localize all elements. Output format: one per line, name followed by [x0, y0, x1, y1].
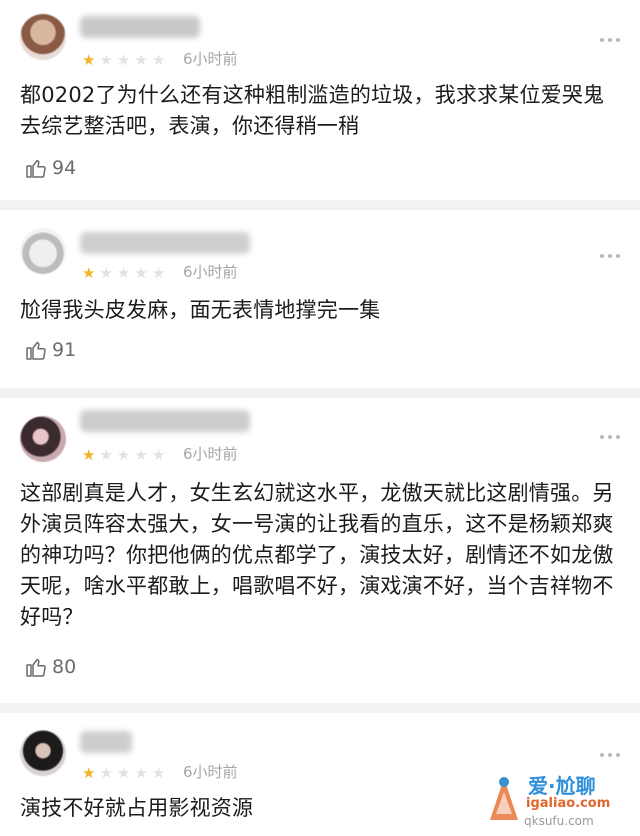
star-empty-icon: ★ [116, 50, 131, 69]
star-empty-icon: ★ [134, 445, 148, 464]
more-options-icon[interactable] [600, 250, 620, 262]
star-filled-icon: ★ [82, 763, 96, 782]
divider [0, 200, 640, 210]
star-empty-icon: ★ [116, 263, 131, 282]
avatar[interactable] [20, 730, 66, 776]
username-blurred[interactable] [80, 232, 250, 254]
star-empty-icon: ★ [99, 263, 113, 282]
avatar[interactable] [20, 416, 66, 462]
like-count: 80 [52, 656, 77, 678]
star-empty-icon: ★ [99, 445, 113, 464]
comment-card: ★ ★ ★ ★ ★ 6小时前 这部剧真是人才，女生玄幻就这水平，龙傲天就比这剧情… [0, 398, 640, 703]
star-empty-icon: ★ [134, 763, 148, 782]
star-empty-icon: ★ [134, 263, 148, 282]
thumbs-up-icon [26, 159, 46, 178]
rating-stars: ★ ★ ★ ★ ★ [82, 50, 165, 70]
comment-time: 6小时前 [183, 763, 238, 781]
star-empty-icon: ★ [151, 445, 166, 464]
divider [0, 388, 640, 398]
avatar[interactable] [20, 228, 66, 274]
more-options-icon[interactable] [600, 431, 620, 443]
comment-time: 6小时前 [183, 445, 238, 463]
comment-text: 都0202了为什么还有这种粗制滥造的垃圾，我求求某位爱哭鬼去综艺整活吧，表演，你… [20, 83, 605, 138]
rating-stars: ★ ★ ★ ★ ★ [82, 445, 165, 465]
thumbs-up-icon [26, 658, 46, 677]
watermark-domain-secondary: qksufu.com [524, 814, 594, 828]
username-blurred[interactable] [80, 16, 200, 38]
like-button[interactable]: 80 [24, 655, 76, 679]
star-empty-icon: ★ [151, 263, 166, 282]
comment-time: 6小时前 [183, 50, 238, 68]
rating-stars: ★ ★ ★ ★ ★ [82, 263, 165, 283]
comment-time: 6小时前 [183, 263, 238, 281]
watermark-logo-icon [490, 777, 518, 820]
star-empty-icon: ★ [99, 50, 113, 69]
star-filled-icon: ★ [82, 263, 96, 282]
comment-card: ★ ★ ★ ★ ★ 6小时前 尬得我头皮发麻，面无表情地撑完一集 91 [0, 210, 640, 390]
star-filled-icon: ★ [82, 50, 96, 69]
star-empty-icon: ★ [151, 50, 166, 69]
username-blurred[interactable] [80, 410, 250, 432]
rating-stars: ★ ★ ★ ★ ★ [82, 763, 165, 783]
comment-text: 尬得我头皮发麻，面无表情地撑完一集 [20, 298, 381, 322]
star-empty-icon: ★ [116, 763, 131, 782]
comment-text: 这部剧真是人才，女生玄幻就这水平，龙傲天就比这剧情强。另外演员阵容太强大，女一号… [20, 481, 614, 629]
username-blurred[interactable] [80, 731, 132, 753]
like-count: 94 [52, 157, 77, 179]
more-options-icon[interactable] [600, 749, 620, 761]
like-count: 91 [52, 339, 77, 361]
divider [0, 703, 640, 713]
star-empty-icon: ★ [151, 763, 166, 782]
more-options-icon[interactable] [600, 34, 620, 46]
star-empty-icon: ★ [134, 50, 148, 69]
watermark-title: 爱·尬聊 [528, 774, 596, 798]
star-empty-icon: ★ [99, 763, 113, 782]
comment-card: ★ ★ ★ ★ ★ 6小时前 都0202了为什么还有这种粗制滥造的垃圾，我求求某… [0, 0, 640, 200]
thumbs-up-icon [26, 341, 46, 360]
star-empty-icon: ★ [116, 445, 131, 464]
avatar[interactable] [20, 14, 66, 60]
watermark-domain: igaliao.com [526, 796, 611, 811]
star-filled-icon: ★ [82, 445, 96, 464]
like-button[interactable]: 94 [24, 156, 76, 180]
site-watermark: 爱·尬聊 igaliao.com qksufu.com [486, 766, 634, 832]
like-button[interactable]: 91 [24, 338, 76, 362]
